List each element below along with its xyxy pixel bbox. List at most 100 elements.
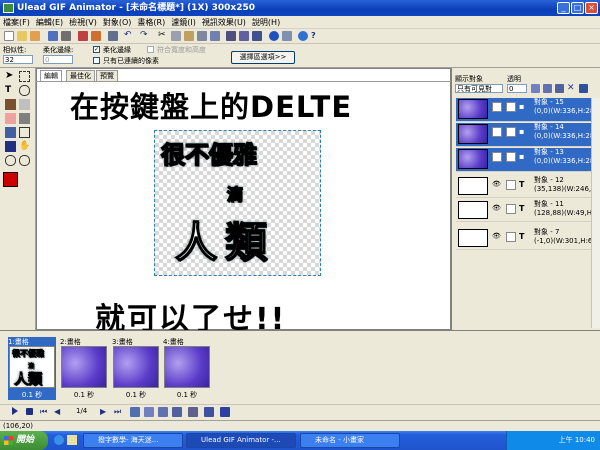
delete-icon[interactable] xyxy=(197,31,207,41)
visibility-toggle-icon[interactable]: 👁 xyxy=(492,232,502,242)
task-browser[interactable]: 撥字數學- 海天迷... xyxy=(83,433,183,448)
menu-video-effect[interactable]: 視訊效果(U) xyxy=(199,16,249,29)
menu-help[interactable]: 說明(H) xyxy=(249,16,283,29)
paint-brush-icon[interactable] xyxy=(5,99,16,110)
export-frames-icon[interactable] xyxy=(204,407,214,417)
visibility-toggle-icon[interactable]: 👁 xyxy=(492,180,502,190)
last-frame-icon[interactable]: ⏭ xyxy=(114,407,124,417)
duplicate-icon[interactable] xyxy=(210,31,220,41)
close-button[interactable]: × xyxy=(585,2,598,14)
image-canvas[interactable]: 很不優雅 滴 人類 xyxy=(154,130,321,276)
tween-frame-icon[interactable] xyxy=(158,407,168,417)
lock-toggle-icon[interactable] xyxy=(506,180,516,190)
task-paint[interactable]: 未命名 - 小畫家 xyxy=(300,433,400,448)
object-row[interactable]: 👁 T 對象 - 7 (-1,0)(W:301,H:67) xyxy=(456,228,600,250)
redo-icon[interactable]: ↷ xyxy=(140,31,150,41)
soften-edge-checkbox[interactable]: ✓ xyxy=(93,46,100,53)
save-icon[interactable] xyxy=(48,31,58,41)
prev-frame-icon[interactable]: ◀ xyxy=(54,407,64,417)
clone-tool-icon[interactable] xyxy=(19,99,30,110)
marquee-tool-icon[interactable] xyxy=(19,71,30,82)
banner-text-icon[interactable] xyxy=(282,31,292,41)
help-icon[interactable]: ? xyxy=(311,31,321,41)
menu-filter[interactable]: 濾鏡(I) xyxy=(168,16,199,29)
delete-frame-icon[interactable] xyxy=(220,407,230,417)
menu-edit[interactable]: 編輯(E) xyxy=(33,16,66,29)
frame-properties-icon[interactable] xyxy=(172,407,182,417)
frame-delay[interactable]: 0.1 秒 xyxy=(163,390,211,400)
pick-tool-icon[interactable]: ➤ xyxy=(5,71,16,82)
frame-item[interactable]: 1:畫格 很不優雅 滴 人類 0.1 秒 xyxy=(8,337,56,400)
lock-toggle-icon[interactable] xyxy=(506,102,516,112)
duplicate-object-icon[interactable] xyxy=(543,84,552,93)
lock-toggle-icon[interactable] xyxy=(506,152,516,162)
minimize-button[interactable]: _ xyxy=(557,2,570,14)
menu-view[interactable]: 檢視(V) xyxy=(66,16,100,29)
object-row[interactable]: ▪ 對象 - 14 (0,0)(W:336,H:280) xyxy=(456,123,600,147)
task-gif-animator[interactable]: Ulead GIF Animator -... xyxy=(186,433,296,448)
foreground-color-swatch[interactable] xyxy=(3,172,18,187)
play-icon[interactable] xyxy=(12,407,18,415)
menu-file[interactable]: 檔案(F) xyxy=(0,16,33,29)
visibility-toggle-icon[interactable]: 👁 xyxy=(492,204,502,214)
object-row[interactable]: 👁T對象 - 12(35,138)(W:246,H:10 xyxy=(456,176,600,198)
zoom-in-icon[interactable] xyxy=(5,155,16,166)
tab-edit[interactable]: 編輯 xyxy=(40,70,62,81)
reverse-frames-icon[interactable] xyxy=(188,407,198,417)
eraser-icon[interactable] xyxy=(5,113,16,124)
object-row[interactable]: 👁 T 對象 - 11 (128,88)(W:49,H:47) xyxy=(456,200,600,222)
similarity-input[interactable]: 32 xyxy=(3,55,33,64)
quicklaunch-explorer-icon[interactable] xyxy=(67,435,77,445)
new-file-icon[interactable] xyxy=(4,31,14,41)
undo-icon[interactable]: ↶ xyxy=(124,31,134,41)
menu-object[interactable]: 對象(O) xyxy=(100,16,135,29)
selection-options-button[interactable]: 選擇區選項>> xyxy=(231,51,295,64)
soften-input[interactable]: 0 xyxy=(43,55,73,64)
crop-tool-icon[interactable] xyxy=(19,127,30,138)
duplicate-frame-icon[interactable] xyxy=(144,407,154,417)
stop-icon[interactable] xyxy=(26,408,33,415)
frame-delay[interactable]: 0.1 秒 xyxy=(112,390,160,400)
lock-toggle-icon[interactable] xyxy=(506,127,516,137)
frame-delay[interactable]: 0.1 秒 xyxy=(8,390,56,400)
object-row[interactable]: ▪ 對象 - 13 (0,0)(W:336,H:280) xyxy=(456,148,600,172)
magic-wand-icon[interactable] xyxy=(5,127,16,138)
object-properties-icon[interactable] xyxy=(579,84,588,93)
quicklaunch-ie-icon[interactable] xyxy=(54,435,64,445)
merge-icon[interactable] xyxy=(252,31,262,41)
zoom-out-icon[interactable] xyxy=(19,155,30,166)
add-blank-icon[interactable] xyxy=(108,31,118,41)
text-tool-icon[interactable]: T xyxy=(5,85,16,96)
lock-toggle-icon[interactable] xyxy=(506,204,516,214)
pan-tool-icon[interactable]: ✋ xyxy=(19,141,30,152)
tween-icon[interactable] xyxy=(269,31,279,41)
object-row[interactable]: ▪ 對象 - 15 (0,0)(W:336,H:280) xyxy=(456,98,600,122)
first-frame-icon[interactable]: ⏮ xyxy=(40,407,50,417)
object-list-scrollbar[interactable] xyxy=(591,98,600,328)
visibility-toggle-icon[interactable] xyxy=(492,102,502,112)
show-objects-dropdown[interactable]: 只有可見對 xyxy=(455,84,503,93)
open-dropdown-icon[interactable] xyxy=(30,31,40,41)
keep-ratio-checkbox[interactable] xyxy=(147,46,154,53)
connected-only-checkbox[interactable] xyxy=(93,57,100,64)
add-video-icon[interactable] xyxy=(91,31,101,41)
add-image-icon[interactable] xyxy=(78,31,88,41)
next-frame-icon[interactable]: ▶ xyxy=(100,407,110,417)
paste-icon[interactable] xyxy=(184,31,194,41)
lasso-tool-icon[interactable] xyxy=(19,85,30,96)
frame-item[interactable]: 2:畫格 0.1 秒 xyxy=(60,337,108,400)
visibility-toggle-icon[interactable] xyxy=(492,127,502,137)
add-frame-icon[interactable] xyxy=(130,407,140,417)
lock-toggle-icon[interactable] xyxy=(506,232,516,242)
cut-icon[interactable]: ✂ xyxy=(158,31,168,41)
frame-item[interactable]: 4:畫格 0.1 秒 xyxy=(163,337,211,400)
tab-optimize[interactable]: 最佳化 xyxy=(66,70,95,81)
frame-delay[interactable]: 0.1 秒 xyxy=(60,390,108,400)
new-object-icon[interactable] xyxy=(531,84,540,93)
fill-bucket-icon[interactable] xyxy=(19,113,30,124)
merge-object-icon[interactable] xyxy=(555,84,564,93)
maximize-button[interactable]: □ xyxy=(571,2,584,14)
copy-icon[interactable] xyxy=(171,31,181,41)
arrange-icon[interactable] xyxy=(239,31,249,41)
eyedropper-icon[interactable] xyxy=(5,141,16,152)
